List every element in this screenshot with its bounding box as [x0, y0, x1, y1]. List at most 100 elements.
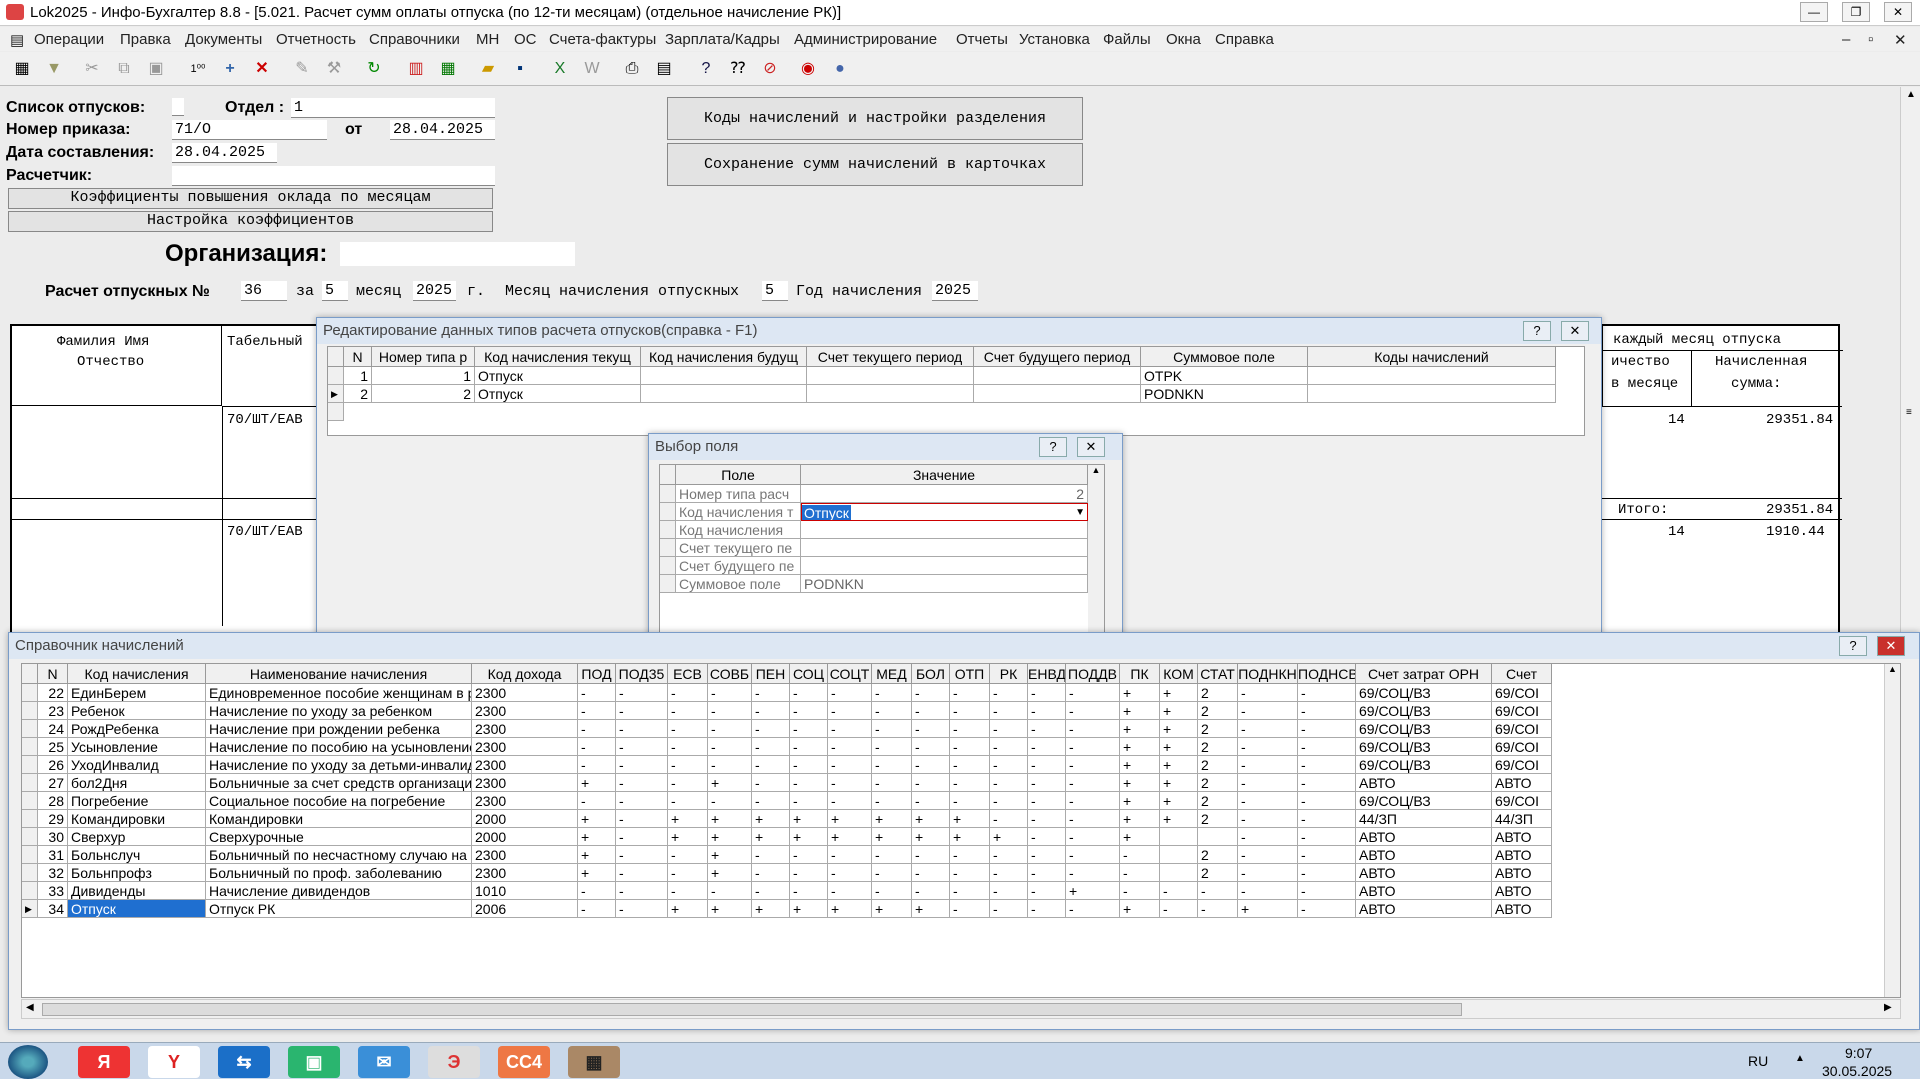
accrual-col-header[interactable]: ПОДНСВ	[1298, 664, 1356, 684]
accrual-cell[interactable]: -	[1238, 846, 1298, 864]
accrual-cell[interactable]: 69/СОЦ/ВЗ	[1356, 756, 1492, 774]
accrual-cell[interactable]: +	[1160, 756, 1198, 774]
accrual-col-header[interactable]: МЕД	[872, 664, 912, 684]
codes-settings-button[interactable]: Коды начислений и настройки разделения	[667, 97, 1083, 140]
accrual-cell[interactable]: -	[578, 900, 616, 918]
accrual-cell[interactable]: -	[828, 864, 872, 882]
accrual-cell[interactable]: 2000	[472, 810, 578, 828]
accrual-cell[interactable]: -	[950, 882, 990, 900]
accrual-cell[interactable]: -	[1238, 702, 1298, 720]
accrual-cell[interactable]: ЕдинБерем	[68, 684, 206, 702]
compass-icon[interactable]: ⊘	[758, 57, 782, 81]
accruals-horizontal-scrollbar[interactable]: ◀ ▶	[21, 999, 1901, 1019]
accrual-cell[interactable]: +	[1120, 792, 1160, 810]
accrual-cell[interactable]: +	[872, 810, 912, 828]
accrual-cell[interactable]: Больничные за счет средств организации	[206, 774, 472, 792]
grid-icon[interactable]: ▦	[10, 57, 34, 81]
accrual-cell[interactable]: -	[616, 774, 668, 792]
menu-reports-fiscal[interactable]: Отчетность	[276, 31, 356, 48]
accrual-col-header[interactable]: ПОД	[578, 664, 616, 684]
field-name-cell[interactable]: Код начисления т	[676, 503, 801, 521]
accrual-month-input[interactable]: 5	[762, 281, 788, 301]
edit-row1-codes[interactable]	[1308, 367, 1556, 385]
mdi-restore-button[interactable]: ▫	[1868, 31, 1873, 48]
edit-row1-account-current[interactable]	[807, 367, 974, 385]
menu-directories[interactable]: Справочники	[369, 31, 460, 48]
copy-icon[interactable]: ⧉	[112, 57, 136, 81]
accrual-cell[interactable]: -	[1028, 738, 1066, 756]
accrual-col-header[interactable]: РК	[990, 664, 1028, 684]
accrual-cell[interactable]: -	[1028, 882, 1066, 900]
edit-row1-code-future[interactable]	[641, 367, 807, 385]
accrual-cell[interactable]: 69/СОЦ/ВЗ	[1356, 720, 1492, 738]
accrual-cell[interactable]: -	[790, 684, 828, 702]
accrual-cell[interactable]: -	[708, 720, 752, 738]
accrual-cell[interactable]: -	[1298, 882, 1356, 900]
accrual-col-header[interactable]: СОЦ	[790, 664, 828, 684]
accrual-cell[interactable]: 30	[38, 828, 68, 846]
clock-time[interactable]: 9:07	[1845, 1045, 1872, 1061]
accrual-cell[interactable]: -	[668, 702, 708, 720]
accrual-cell[interactable]: -	[1066, 702, 1120, 720]
accrual-cell[interactable]: -	[1066, 774, 1120, 792]
accrual-cell[interactable]: -	[990, 810, 1028, 828]
accrual-cell[interactable]: 2	[1198, 864, 1238, 882]
accrual-cell[interactable]: Дивиденды	[68, 882, 206, 900]
accrual-cell[interactable]: УходИнвалид	[68, 756, 206, 774]
accrual-cell[interactable]: 69/СОЦ/ВЗ	[1356, 684, 1492, 702]
accrual-cell[interactable]: -	[872, 738, 912, 756]
accrual-cell[interactable]: АВТО	[1492, 846, 1552, 864]
accrual-cell[interactable]: -	[1066, 756, 1120, 774]
accrual-cell[interactable]: -	[828, 702, 872, 720]
accrual-cell[interactable]: -	[1198, 882, 1238, 900]
accrual-cell[interactable]: +	[990, 828, 1028, 846]
accrual-cell[interactable]: -	[828, 792, 872, 810]
accrual-year-input[interactable]: 2025	[932, 281, 978, 301]
accrual-cell[interactable]: 2	[1198, 810, 1238, 828]
accrual-col-header[interactable]: СТАТ	[1198, 664, 1238, 684]
accrual-cell[interactable]: -	[616, 864, 668, 882]
messenger-icon[interactable]: ▣	[288, 1046, 340, 1078]
menu-windows[interactable]: Окна	[1166, 31, 1201, 48]
accrual-cell[interactable]: 2	[1198, 702, 1238, 720]
main-vertical-scrollbar[interactable]: ▲ ≡	[1900, 87, 1920, 632]
accrual-cell[interactable]: -	[950, 720, 990, 738]
accrual-cell[interactable]: +	[912, 900, 950, 918]
field-dialog-close-button[interactable]: ✕	[1077, 437, 1105, 457]
accrual-col-header[interactable]: ПОДНКН	[1238, 664, 1298, 684]
coef-month-button[interactable]: Коэффициенты повышения оклада по месяцам	[8, 188, 493, 209]
field-dialog-help-button[interactable]: ?	[1039, 437, 1067, 457]
compile-date-input[interactable]: 28.04.2025	[172, 143, 277, 163]
teamviewer-icon[interactable]: ⇆	[218, 1046, 270, 1078]
accrual-cell[interactable]: -	[1028, 792, 1066, 810]
accrual-cell[interactable]: 2	[1198, 738, 1238, 756]
accrual-cell[interactable]: -	[950, 756, 990, 774]
accrual-cell[interactable]: -	[872, 702, 912, 720]
accrual-cell[interactable]: +	[1120, 756, 1160, 774]
accrual-cell[interactable]: -	[1238, 810, 1298, 828]
accrual-cell[interactable]: -	[912, 720, 950, 738]
mdi-close-button[interactable]: ✕	[1894, 31, 1907, 49]
coef-setup-button[interactable]: Настройка коэффициентов	[8, 211, 493, 232]
accrual-cell[interactable]: -	[790, 720, 828, 738]
accrual-cell[interactable]: -	[1238, 774, 1298, 792]
accrual-cell[interactable]: -	[950, 738, 990, 756]
accrual-cell[interactable]: +	[828, 810, 872, 828]
accrual-cell[interactable]: +	[912, 810, 950, 828]
accrual-cell[interactable]: -	[1120, 846, 1160, 864]
accrual-cell[interactable]: 2	[1198, 684, 1238, 702]
accrual-cell[interactable]: -	[578, 738, 616, 756]
accrual-cell[interactable]: 2	[1198, 720, 1238, 738]
language-indicator[interactable]: RU	[1748, 1053, 1768, 1069]
accrual-cell[interactable]: -	[1238, 738, 1298, 756]
accrual-cell[interactable]: Начисление при рождении ребенка	[206, 720, 472, 738]
lifebuoy-icon[interactable]: ◉	[796, 57, 820, 81]
accrual-cell[interactable]: +	[708, 900, 752, 918]
accrual-cell[interactable]: -	[616, 756, 668, 774]
accrual-cell[interactable]: Командировки	[206, 810, 472, 828]
delete-icon[interactable]: ✕	[250, 57, 274, 81]
accrual-col-header[interactable]: СОВБ	[708, 664, 752, 684]
accruals-vertical-scrollbar[interactable]: ▲	[1884, 664, 1900, 997]
accrual-cell[interactable]: -	[1120, 882, 1160, 900]
accrual-cell[interactable]: 2300	[472, 720, 578, 738]
